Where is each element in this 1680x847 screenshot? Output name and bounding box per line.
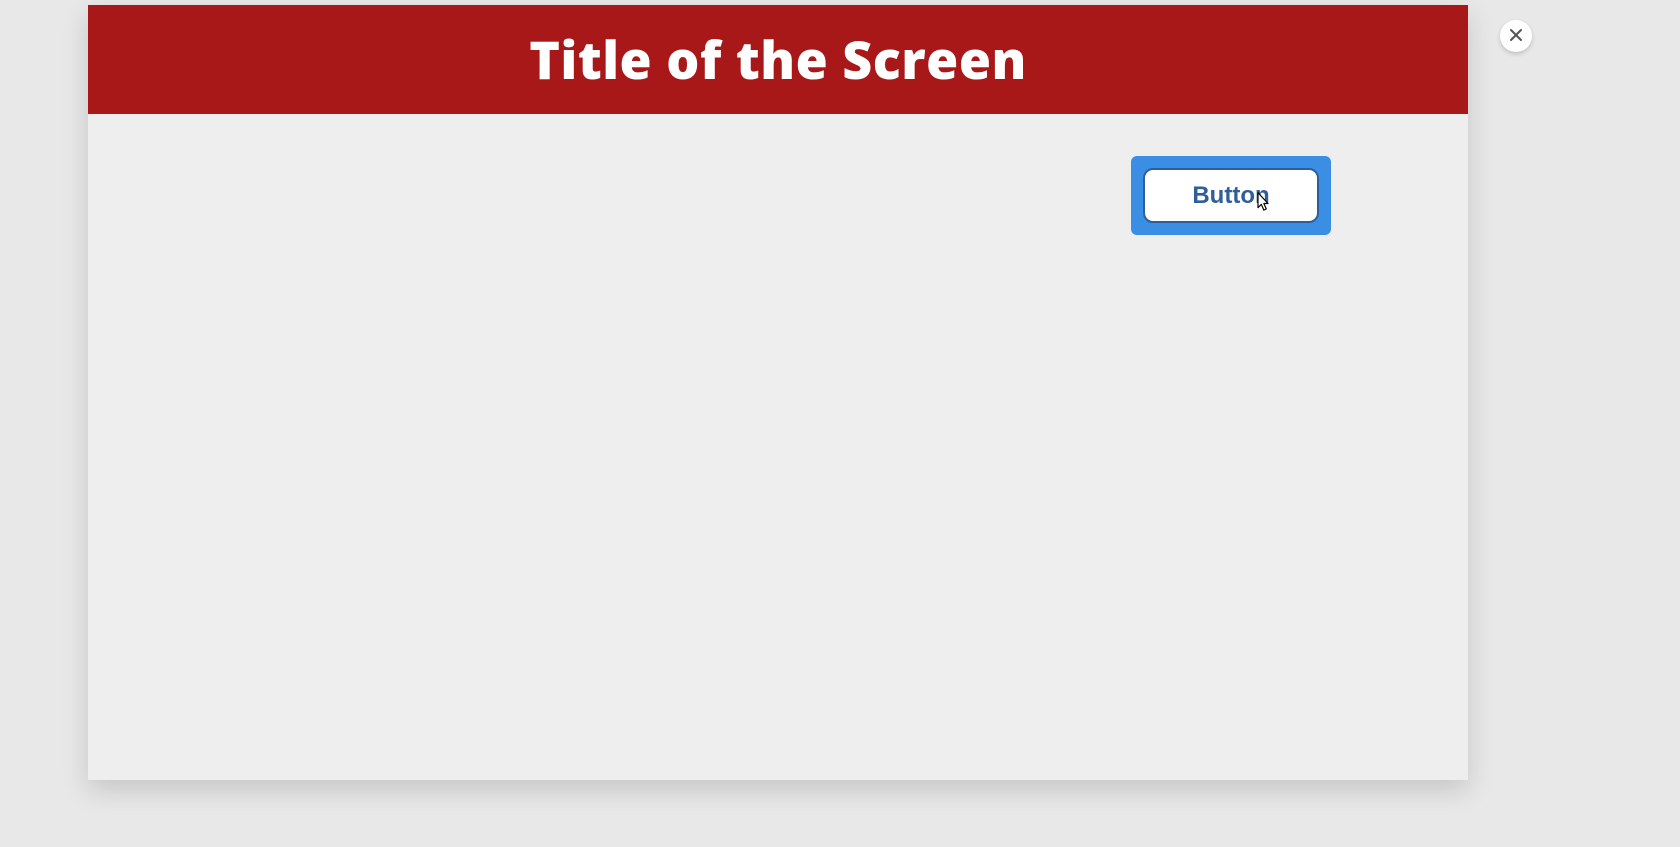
dialog-content: Button: [88, 114, 1468, 780]
close-icon: [1509, 25, 1523, 47]
dialog-container: Title of the Screen Button: [88, 5, 1468, 780]
action-button[interactable]: Button: [1143, 168, 1319, 223]
button-highlight-frame: Button: [1131, 156, 1331, 235]
page-title: Title of the Screen: [529, 24, 1027, 95]
dialog-header: Title of the Screen: [88, 5, 1468, 114]
close-button[interactable]: [1500, 20, 1532, 52]
action-button-label: Button: [1192, 182, 1269, 210]
